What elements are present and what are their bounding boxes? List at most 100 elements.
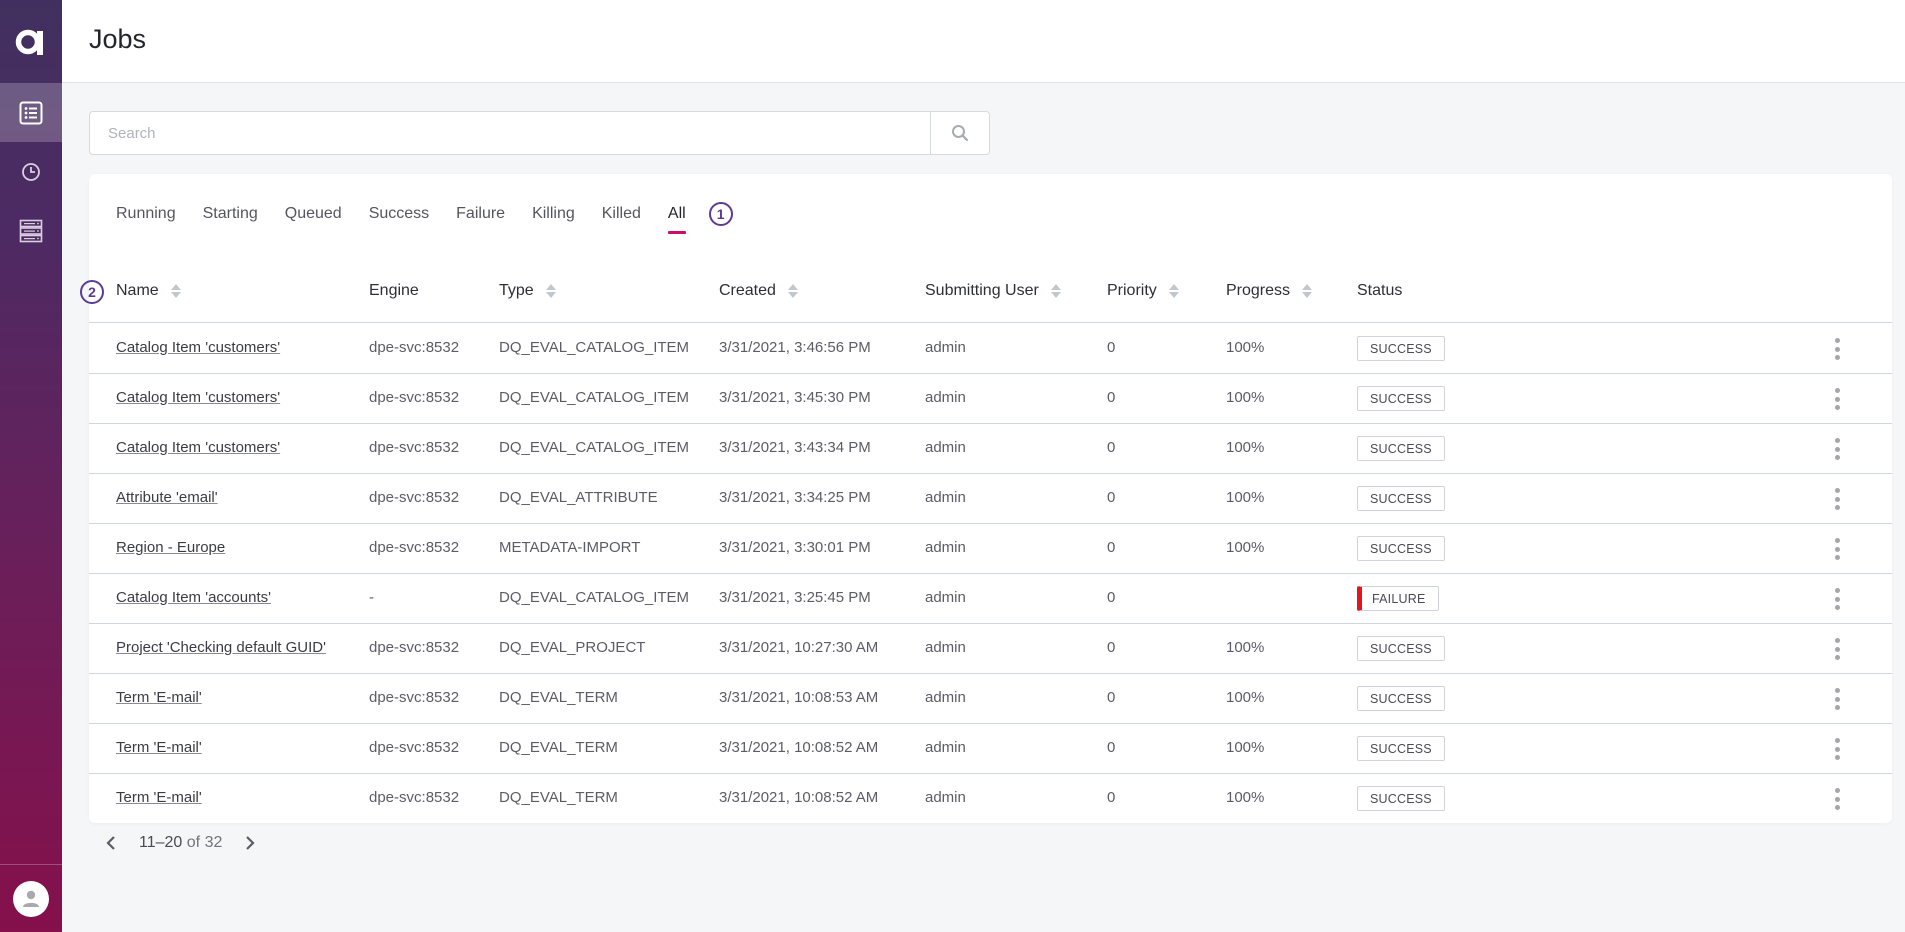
priority-cell: 0 — [1107, 389, 1116, 406]
sort-icon[interactable] — [1302, 284, 1313, 298]
next-page-button[interactable] — [240, 832, 260, 854]
tab-killed[interactable]: Killed — [602, 203, 641, 225]
tab-success[interactable]: Success — [369, 203, 429, 225]
priority-cell: 0 — [1107, 589, 1116, 606]
page-total: 32 — [204, 834, 223, 851]
type-cell: METADATA-IMPORT — [499, 539, 641, 556]
table-row[interactable]: Term 'E-mail' dpe-svc:8532 DQ_EVAL_TERM 3/3… — [89, 674, 1892, 724]
table-row[interactable]: Catalog Item 'customers' dpe-svc:8532 DQ_E… — [89, 324, 1892, 374]
priority-cell: 0 — [1107, 739, 1116, 756]
column-header-type[interactable]: Type — [499, 282, 556, 300]
sort-icon[interactable] — [170, 284, 181, 298]
engine-cell: dpe-svc:8532 — [369, 739, 460, 756]
type-cell: DQ_EVAL_PROJECT — [499, 639, 646, 656]
jobs-card: Running Starting Queued Success Failure … — [80, 174, 1892, 824]
progress-cell: 100% — [1226, 389, 1265, 406]
table-row[interactable]: Catalog Item 'accounts' - DQ_EVAL_CATALOG_… — [89, 574, 1892, 624]
engine-cell: dpe-svc:8532 — [369, 539, 460, 556]
job-name-link[interactable]: Catalog Item 'customers' — [116, 339, 280, 356]
sort-icon[interactable] — [1050, 284, 1061, 298]
tab-all[interactable]: All — [667, 203, 686, 234]
table-row[interactable]: Catalog Item 'customers' dpe-svc:8532 DQ_E… — [89, 374, 1892, 424]
created-cell: 3/31/2021, 3:46:56 PM — [719, 339, 871, 356]
sidebar — [0, 0, 62, 932]
created-cell: 3/31/2021, 10:08:52 AM — [719, 739, 879, 756]
more-options-icon[interactable] — [1827, 788, 1847, 810]
table-row[interactable]: Catalog Item 'customers' dpe-svc:8532 DQ_E… — [89, 424, 1892, 474]
submitting-user-cell: admin — [925, 639, 966, 656]
sort-icon[interactable] — [545, 284, 556, 298]
more-options-icon[interactable] — [1827, 538, 1847, 560]
table-row[interactable]: Attribute 'email' dpe-svc:8532 DQ_EVAL_ATT… — [89, 474, 1892, 524]
progress-cell: 100% — [1226, 639, 1265, 656]
submitting-user-cell: admin — [925, 689, 966, 706]
submitting-user-cell: admin — [925, 789, 966, 806]
type-cell: DQ_EVAL_TERM — [499, 689, 618, 706]
more-options-icon[interactable] — [1827, 338, 1847, 360]
more-options-icon[interactable] — [1827, 688, 1847, 710]
sort-icon[interactable] — [787, 284, 798, 298]
type-cell: DQ_EVAL_CATALOG_ITEM — [499, 589, 690, 606]
search-input[interactable] — [90, 112, 930, 154]
tab-queued[interactable]: Queued — [285, 203, 342, 225]
status-badge: SUCCESS — [1357, 686, 1445, 711]
more-options-icon[interactable] — [1827, 588, 1847, 610]
table-row[interactable]: Project 'Checking default GUID' dpe-svc:8… — [89, 624, 1892, 674]
job-name-link[interactable]: Catalog Item 'customers' — [116, 439, 280, 456]
table-row[interactable]: Region - Europe dpe-svc:8532 METADATA-IMPO… — [89, 524, 1892, 574]
submitting-user-cell: admin — [925, 389, 966, 406]
previous-page-button[interactable] — [101, 832, 121, 854]
type-cell: DQ_EVAL_ATTRIBUTE — [499, 489, 658, 506]
more-options-icon[interactable] — [1827, 638, 1847, 660]
column-label: Status — [1357, 282, 1403, 299]
column-label: Engine — [369, 282, 419, 299]
job-name-link[interactable]: Project 'Checking default GUID' — [116, 639, 326, 656]
table-row[interactable]: Term 'E-mail' dpe-svc:8532 DQ_EVAL_TERM 3/3… — [89, 774, 1892, 824]
job-name-link[interactable]: Term 'E-mail' — [116, 689, 202, 706]
sidebar-item-jobs[interactable] — [0, 83, 62, 142]
created-cell: 3/31/2021, 10:27:30 AM — [719, 639, 879, 656]
more-options-icon[interactable] — [1827, 738, 1847, 760]
job-name-link[interactable]: Region - Europe — [116, 539, 225, 556]
avatar[interactable] — [13, 880, 49, 917]
column-header-status: Status — [1357, 282, 1402, 300]
column-header-created[interactable]: Created — [719, 282, 798, 300]
sidebar-item-history[interactable] — [0, 142, 62, 201]
tab-failure[interactable]: Failure — [456, 203, 505, 225]
job-name-link[interactable]: Term 'E-mail' — [116, 789, 202, 806]
search-button[interactable] — [930, 112, 989, 154]
job-name-link[interactable]: Catalog Item 'accounts' — [116, 589, 271, 606]
tab-starting[interactable]: Starting — [203, 203, 258, 225]
page-range: 11–20 of 32 — [139, 834, 222, 852]
more-options-icon[interactable] — [1827, 388, 1847, 410]
page-range-value: 11–20 — [139, 834, 183, 851]
logo-icon — [15, 29, 43, 55]
column-header-name[interactable]: Name — [116, 282, 181, 300]
column-label: Priority — [1107, 282, 1157, 299]
app-logo[interactable] — [0, 0, 62, 83]
more-options-icon[interactable] — [1827, 438, 1847, 460]
status-badge: SUCCESS — [1357, 336, 1445, 361]
tab-running[interactable]: Running — [116, 203, 176, 225]
job-name-link[interactable]: Attribute 'email' — [116, 489, 218, 506]
sidebar-item-servers[interactable] — [0, 201, 62, 260]
status-badge: SUCCESS — [1357, 636, 1445, 661]
type-cell: DQ_EVAL_TERM — [499, 789, 618, 806]
status-badge: SUCCESS — [1357, 736, 1445, 761]
engine-cell: dpe-svc:8532 — [369, 339, 460, 356]
more-options-icon[interactable] — [1827, 488, 1847, 510]
sort-icon[interactable] — [1168, 284, 1179, 298]
engine-cell: dpe-svc:8532 — [369, 639, 460, 656]
tab-killing[interactable]: Killing — [532, 203, 575, 225]
column-header-submitting-user[interactable]: Submitting User — [925, 282, 1061, 300]
job-name-link[interactable]: Term 'E-mail' — [116, 739, 202, 756]
column-header-progress[interactable]: Progress — [1226, 282, 1313, 300]
job-name-link[interactable]: Catalog Item 'customers' — [116, 389, 280, 406]
table-row[interactable]: Term 'E-mail' dpe-svc:8532 DQ_EVAL_TERM 3/3… — [89, 724, 1892, 774]
column-header-priority[interactable]: Priority — [1107, 282, 1179, 300]
column-header-engine: Engine — [369, 282, 419, 300]
search-icon — [952, 125, 969, 142]
progress-cell: 100% — [1226, 489, 1265, 506]
status-badge: SUCCESS — [1357, 436, 1445, 461]
engine-cell: dpe-svc:8532 — [369, 689, 460, 706]
